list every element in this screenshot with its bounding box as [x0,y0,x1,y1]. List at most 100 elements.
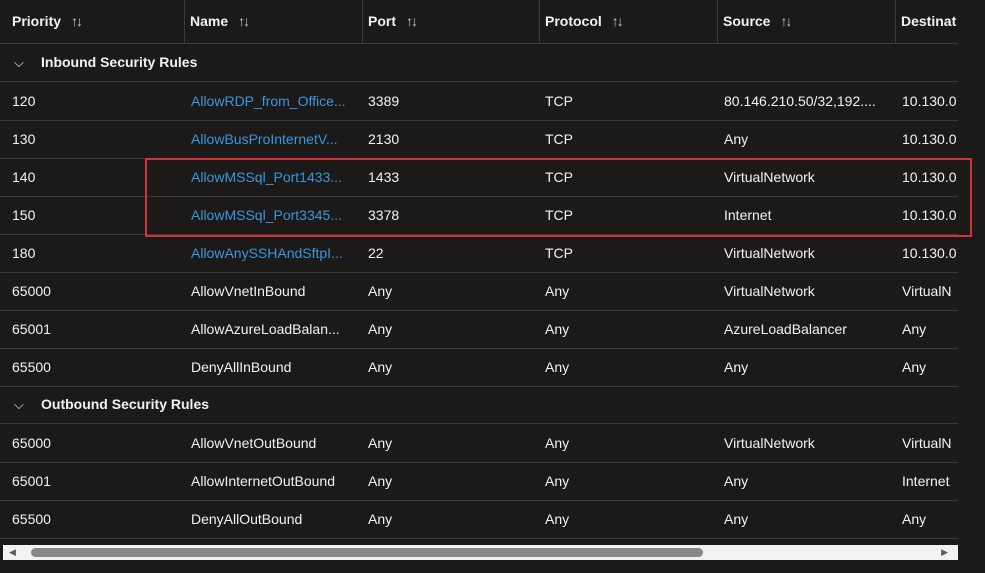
cell-port: Any [368,359,393,375]
cell-destination: 10.130.0 [902,131,957,147]
sort-icon[interactable]: ↑↓ [780,0,790,43]
group-header[interactable]: ⌵ Inbound Security Rules [0,44,958,82]
cell-source: Any [724,511,749,527]
cell-name-link[interactable]: AllowRDP_from_Office... [191,82,356,120]
cell-protocol: TCP [545,207,573,223]
scrollbar-thumb[interactable] [31,548,703,557]
group-header[interactable]: ⌵ Outbound Security Rules [0,386,958,424]
column-divider[interactable] [362,0,363,43]
cell-destination: VirtualN [902,435,952,451]
cell-destination: 10.130.0 [902,169,957,185]
column-header-priority[interactable]: Priority ↑↓ [12,0,81,43]
group-label: Outbound Security Rules [41,396,210,412]
cell-destination: Any [902,321,927,337]
table-row[interactable]: 65000 AllowVnetOutBound Any Any VirtualNetwo… [0,424,958,463]
cell-port: Any [368,473,393,489]
cell-destination: Any [902,511,927,527]
cell-protocol: Any [545,511,570,527]
cell-priority: 65500 [12,511,51,527]
cell-destination: 10.130.0 [902,245,957,261]
cell-protocol: Any [545,321,570,337]
table-row[interactable]: 65001 AllowAzureLoadBalan... Any Any AzureLo… [0,310,958,349]
cell-destination: 10.130.0 [902,207,957,223]
scroll-right-icon[interactable]: ▶ [941,545,948,560]
sort-icon[interactable]: ↑↓ [612,0,622,43]
cell-source: AzureLoadBalancer [724,321,847,337]
table-row[interactable]: 130 AllowBusProInternetV... 2130 TCP Any 10.1… [0,120,958,159]
cell-priority: 150 [12,207,36,223]
column-header-destination[interactable]: Destinat [901,0,958,43]
scroll-left-icon[interactable]: ◀ [9,545,16,560]
table-row[interactable]: 65500 DenyAllOutBound Any Any Any Any [0,500,958,539]
table-row[interactable]: 140 AllowMSSql_Port1433... 1433 TCP VirtualN… [0,158,958,197]
column-divider[interactable] [539,0,540,43]
cell-protocol: Any [545,435,570,451]
column-header-source[interactable]: Source ↑↓ [723,0,790,43]
cell-priority: 65000 [12,283,51,299]
cell-name-link[interactable]: AllowBusProInternetV... [191,120,356,158]
column-header-port[interactable]: Port ↑↓ [368,0,416,43]
cell-protocol: Any [545,473,570,489]
cell-name-link[interactable]: AllowMSSql_Port1433... [191,158,356,196]
cell-name: DenyAllInBound [191,359,292,375]
column-divider[interactable] [184,0,185,43]
sort-icon[interactable]: ↑↓ [71,0,81,43]
security-rules-grid: Priority ↑↓ Name ↑↓ Port ↑↓ Protocol ↑↓ Sour… [0,0,958,545]
cell-priority: 120 [12,93,36,109]
table-row[interactable]: 120 AllowRDP_from_Office... 3389 TCP 80.146.… [0,82,958,121]
cell-protocol: TCP [545,93,573,109]
cell-source: Any [724,473,749,489]
cell-source: 80.146.210.50/32,192.... [724,93,876,109]
cell-port: 22 [368,245,384,261]
table-row[interactable]: 65500 DenyAllInBound Any Any Any Any [0,348,958,387]
cell-name: AllowVnetOutBound [191,435,317,451]
cell-name-link[interactable]: AllowAnySSHAndSftpI... [191,234,356,272]
cell-port: 1433 [368,169,400,185]
cell-port: 2130 [368,131,400,147]
cell-priority: 180 [12,245,36,261]
cell-destination: Any [902,359,927,375]
sort-icon[interactable]: ↑↓ [406,0,416,43]
cell-priority: 65001 [12,473,51,489]
cell-port: Any [368,435,393,451]
cell-priority: 65000 [12,435,51,451]
cell-name-link[interactable]: AllowMSSql_Port3345... [191,196,356,234]
cell-source: VirtualNetwork [724,169,815,185]
cell-priority: 65001 [12,321,51,337]
cell-destination: Internet [902,473,950,489]
cell-source: Any [724,359,749,375]
table-row[interactable]: 65001 AllowInternetOutBound Any Any Any Inter… [0,462,958,501]
cell-priority: 65500 [12,359,51,375]
column-header-name[interactable]: Name ↑↓ [190,0,248,43]
cell-port: Any [368,511,393,527]
cell-protocol: TCP [545,245,573,261]
table-row[interactable]: 150 AllowMSSql_Port3345... 3378 TCP Internet… [0,196,958,235]
cell-name: AllowInternetOutBound [191,473,335,489]
cell-port: 3389 [368,93,400,109]
column-divider[interactable] [717,0,718,43]
grid-header: Priority ↑↓ Name ↑↓ Port ↑↓ Protocol ↑↓ Sour… [0,0,958,44]
column-header-protocol[interactable]: Protocol ↑↓ [545,0,622,43]
sort-icon[interactable]: ↑↓ [238,0,248,43]
cell-port: 3378 [368,207,400,223]
cell-protocol: TCP [545,169,573,185]
cell-source: Internet [724,207,772,223]
cell-port: Any [368,283,393,299]
cell-source: VirtualNetwork [724,283,815,299]
cell-name: AllowVnetInBound [191,283,306,299]
cell-destination: VirtualN [902,283,952,299]
chevron-down-icon[interactable]: ⌵ [14,386,24,423]
cell-protocol: Any [545,283,570,299]
cell-source: VirtualNetwork [724,435,815,451]
table-row[interactable]: 180 AllowAnySSHAndSftpI... 22 TCP VirtualNet… [0,234,958,273]
cell-name: DenyAllOutBound [191,511,303,527]
horizontal-scrollbar[interactable]: ◀ ▶ [3,545,958,560]
cell-name: AllowAzureLoadBalan... [191,321,340,337]
chevron-down-icon[interactable]: ⌵ [14,44,24,81]
cell-port: Any [368,321,393,337]
column-divider[interactable] [895,0,896,43]
cell-source: VirtualNetwork [724,245,815,261]
cell-priority: 130 [12,131,36,147]
table-row[interactable]: 65000 AllowVnetInBound Any Any VirtualNetwor… [0,272,958,311]
cell-protocol: Any [545,359,570,375]
